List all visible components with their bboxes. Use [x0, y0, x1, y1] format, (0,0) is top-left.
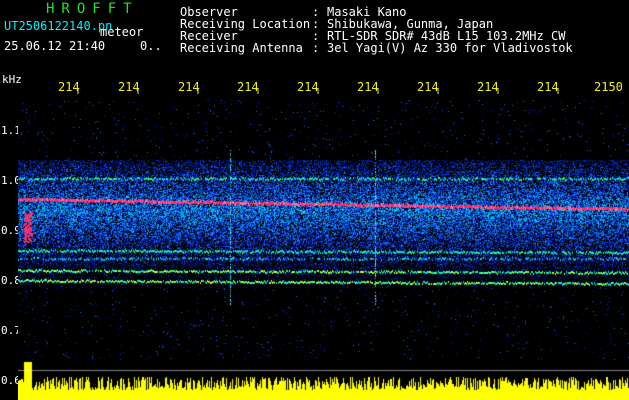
spectrogram-window: HROFFT UT2506122140.pn meteor 25.06.12 2…	[0, 0, 629, 400]
spectrogram-canvas	[18, 100, 629, 400]
x-axis-ticks	[77, 88, 559, 94]
